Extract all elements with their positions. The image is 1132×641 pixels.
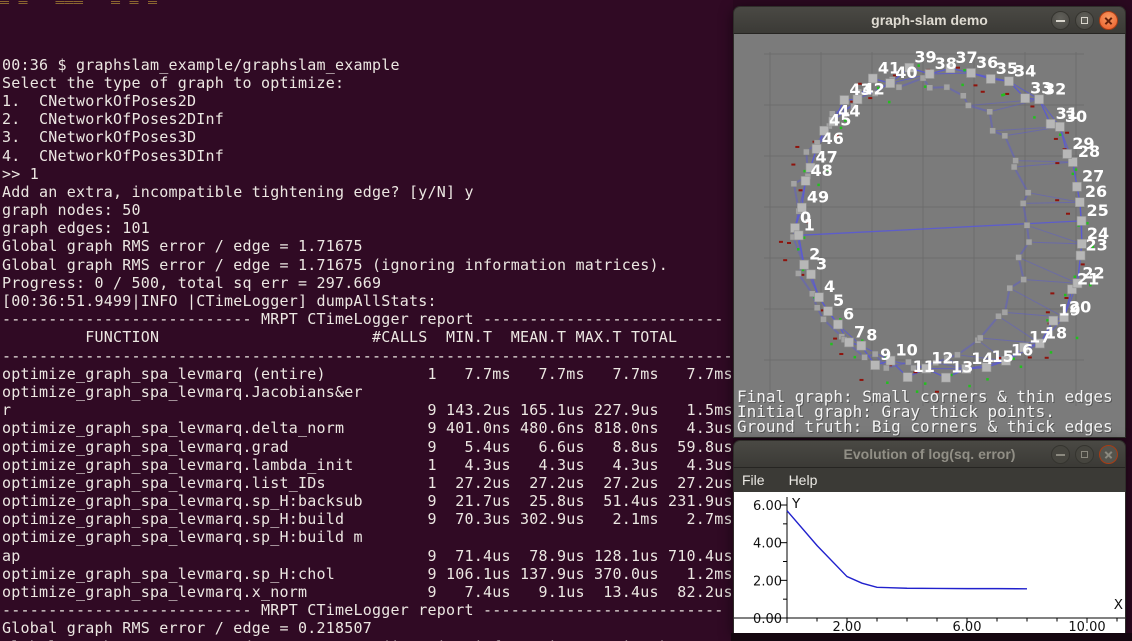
- graph-node-label: 9: [880, 345, 891, 364]
- graph-node-label: 35: [996, 59, 1018, 78]
- close-icon[interactable]: [1099, 445, 1118, 464]
- terminal-line: --------------------------- MRPT CTimeLo…: [2, 601, 733, 619]
- terminal-clipped-line: ‗ ‗ ‗‗‗ ‗ ‗ ‗: [0, 0, 733, 4]
- graph-node-label: 38: [935, 54, 957, 73]
- plot-tick-label: Y: [791, 496, 801, 512]
- error-curve: [787, 511, 1027, 589]
- terminal-line: optimize_graph_spa_levmarq.lambda_init 1…: [2, 456, 733, 474]
- graph-node-label: 1: [804, 215, 815, 234]
- terminal-line: Global graph RMS error / edge = 1.71675 …: [2, 256, 733, 274]
- close-icon[interactable]: [1099, 11, 1118, 30]
- terminal-line: optimize_graph_spa_levmarq.x_norm 9 7.4u…: [2, 583, 733, 601]
- terminal-line: --------------------------- MRPT CTimeLo…: [2, 310, 733, 328]
- graph-canvas[interactable]: 0123456789101112131415161718192021222324…: [734, 34, 1125, 436]
- graph-node-label: 48: [811, 161, 833, 180]
- terminal-line: 3. CNetworkOfPoses3D: [2, 128, 733, 146]
- window-titlebar[interactable]: Evolution of log(sq. error): [733, 440, 1126, 468]
- graph-viewport[interactable]: 0123456789101112131415161718192021222324…: [733, 34, 1126, 438]
- graph-node-label: 49: [807, 188, 829, 207]
- graph-node-label: 24: [1087, 224, 1109, 243]
- graph-legend: Final graph: Small corners & thin edges …: [737, 389, 1113, 434]
- minimize-icon[interactable]: [1051, 445, 1070, 464]
- plot-tick-label: X: [1114, 597, 1123, 613]
- graph-node-label: 39: [914, 48, 936, 67]
- terminal-line: 2. CNetworkOfPoses2DInf: [2, 110, 733, 128]
- terminal-line: ----------------------------------------…: [2, 347, 733, 365]
- desktop: { "terminal": { "lines": [ "00:36 $ grap…: [0, 0, 1132, 641]
- plot-canvas[interactable]: 0.002.004.006.002.006.0010.00YX: [734, 492, 1125, 633]
- graph-node-label: 3: [816, 254, 827, 273]
- terminal-output: 00:36 $ graphslam_example/graphslam_exam…: [2, 56, 733, 641]
- window-titlebar[interactable]: graph-slam demo: [733, 6, 1126, 34]
- menu-help[interactable]: Help: [789, 472, 818, 488]
- graphslam-demo-window: graph-slam demo 012345678910111213141516…: [733, 6, 1126, 438]
- terminal-line: graph nodes: 50: [2, 201, 733, 219]
- window-controls: [1051, 445, 1118, 464]
- menu-file[interactable]: File: [742, 472, 765, 488]
- terminal-line: optimize_graph_spa_levmarq.Jacobians&er: [2, 383, 733, 401]
- plot-tick-label: 2.00: [753, 574, 782, 589]
- graph-node-label: 33: [1030, 78, 1052, 97]
- plot-tick-label: 0.00: [753, 612, 782, 627]
- plot-tick-label: 4.00: [753, 537, 782, 552]
- terminal-line: Global graph RMS error / edge = 1.71675: [2, 237, 733, 255]
- graph-node-label: 46: [822, 129, 844, 148]
- maximize-icon[interactable]: [1075, 11, 1094, 30]
- terminal-line: 00:36 $ graphslam_example/graphslam_exam…: [2, 56, 733, 74]
- desktop-strip: [731, 633, 1132, 641]
- terminal-line: r 9 143.2us 165.1us 227.9us 1.5ms: [2, 401, 733, 419]
- terminal[interactable]: ‗ ‗ ‗‗‗ ‗ ‗ ‗ 00:36 $ graphslam_example/…: [0, 0, 733, 641]
- terminal-line: Select the type of graph to optimize:: [2, 74, 733, 92]
- terminal-line: Add an extra, incompatible tightening ed…: [2, 183, 733, 201]
- window-title: graph-slam demo: [871, 12, 988, 28]
- terminal-line: graph edges: 101: [2, 219, 733, 237]
- window-title: Evolution of log(sq. error): [844, 446, 1016, 462]
- terminal-line: optimize_graph_spa_levmarq.sp_H:backsub …: [2, 492, 733, 510]
- terminal-line: 4. CNetworkOfPoses3DInf: [2, 147, 733, 165]
- terminal-line: optimize_graph_spa_levmarq.delta_norm 9 …: [2, 419, 733, 437]
- terminal-line: FUNCTION #CALLS MIN.T MEAN.T MAX.T TOTAL: [2, 328, 733, 346]
- graph-node-label: 22: [1082, 263, 1104, 282]
- graph-node-label: 36: [976, 53, 998, 72]
- terminal-line: Progress: 0 / 500, total sq err = 297.66…: [2, 274, 733, 292]
- graph-node-label: 6: [843, 304, 854, 323]
- graph-node-label: 20: [1069, 297, 1091, 316]
- maximize-icon[interactable]: [1075, 445, 1094, 464]
- graph-node-label: 8: [866, 326, 877, 345]
- graph-node-label: 14: [971, 349, 993, 368]
- terminal-line: ap 9 71.4us 78.9us 128.1us 710.4us: [2, 547, 733, 565]
- terminal-line: optimize_graph_spa_levmarq.sp_H:build m: [2, 528, 733, 546]
- graph-node-label: 25: [1086, 201, 1108, 220]
- terminal-line: optimize_graph_spa_levmarq (entire) 1 7.…: [2, 365, 733, 383]
- minimize-icon[interactable]: [1051, 11, 1070, 30]
- plot-area: 0.002.004.006.002.006.0010.00YX: [733, 492, 1126, 633]
- graph-node-label: 29: [1072, 134, 1094, 153]
- graph-node-label: 45: [829, 111, 851, 130]
- window-controls: [1051, 11, 1118, 30]
- graph-node-label: 37: [955, 48, 977, 67]
- graph-node-label: 13: [951, 358, 973, 377]
- graph-node-label: 27: [1082, 167, 1104, 186]
- terminal-line: 1. CNetworkOfPoses2D: [2, 92, 733, 110]
- legend-ground-truth: Ground truth: Big corners & thick edges: [737, 417, 1113, 436]
- terminal-line: Global graph RMS error / edge = 0.218507…: [2, 638, 733, 641]
- terminal-line: Global graph RMS error / edge = 0.218507: [2, 619, 733, 637]
- terminal-line: optimize_graph_spa_levmarq.list_IDs 1 27…: [2, 474, 733, 492]
- graph-node-label: 43: [849, 80, 871, 99]
- terminal-line: [00:36:51.9499|INFO |CTimeLogger] dumpAl…: [2, 292, 733, 310]
- menubar: File Help: [733, 468, 1126, 492]
- graph-node-label: 31: [1056, 104, 1078, 123]
- terminal-line: optimize_graph_spa_levmarq.sp_H:build 9 …: [2, 510, 733, 528]
- graph-node-label: 18: [1045, 323, 1067, 342]
- terminal-line: optimize_graph_spa_levmarq.grad 9 5.4us …: [2, 438, 733, 456]
- terminal-line: optimize_graph_spa_levmarq.sp_H:chol 9 1…: [2, 565, 733, 583]
- graph-node-label: 41: [878, 58, 900, 77]
- terminal-line: >> 1: [2, 165, 733, 183]
- error-plot-window: Evolution of log(sq. error) File Help 0.…: [733, 440, 1126, 633]
- plot-tick-label: 6.00: [753, 499, 782, 514]
- graph-node-label: 7: [854, 322, 865, 341]
